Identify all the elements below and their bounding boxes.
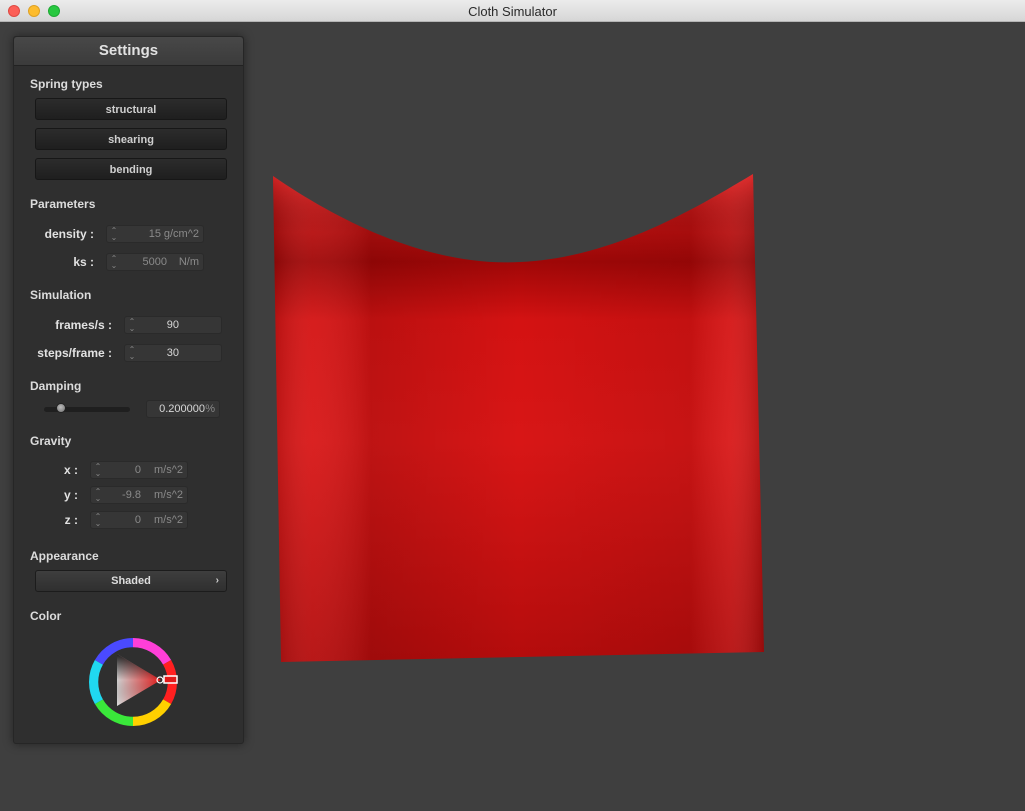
value-shading <box>117 654 161 706</box>
frames-per-second-label: frames/s : <box>55 318 112 332</box>
title-bar: Cloth Simulator <box>0 0 1025 22</box>
color-wheel[interactable] <box>86 635 180 729</box>
spinner-icon[interactable]: ⌃ ⌄ <box>110 255 118 270</box>
chevron-right-icon: › <box>215 575 219 586</box>
gravity-y-label: y : <box>63 488 78 502</box>
gravity-x-label: x : <box>63 463 78 477</box>
spinner-icon[interactable]: ⌃ ⌄ <box>110 227 118 242</box>
damping-heading: Damping <box>30 379 82 393</box>
frames-per-second-input[interactable]: ⌃ ⌄ 90 <box>124 316 222 334</box>
steps-per-frame-label: steps/frame : <box>37 346 112 360</box>
steps-per-frame-input[interactable]: ⌃ ⌄ 30 <box>124 344 222 362</box>
appearance-selected-label: Shaded <box>111 575 151 587</box>
density-label: density : <box>44 227 94 241</box>
bending-button[interactable]: bending <box>35 158 227 180</box>
gravity-heading: Gravity <box>30 434 72 448</box>
structural-button[interactable]: structural <box>35 98 227 120</box>
settings-panel-title[interactable]: Settings <box>14 37 243 66</box>
spring-types-heading: Spring types <box>30 77 103 91</box>
hue-selector-handle[interactable] <box>163 675 178 684</box>
spinner-icon[interactable]: ⌃ ⌄ <box>94 488 102 503</box>
ks-label: ks : <box>73 255 94 269</box>
spinner-icon[interactable]: ⌃ ⌄ <box>94 513 102 528</box>
gravity-z-label: z : <box>64 513 78 527</box>
settings-panel: Settings Spring types structural shearin… <box>13 36 244 744</box>
ks-input[interactable]: ⌃ ⌄ 5000 N/m <box>106 253 204 271</box>
gravity-z-input[interactable]: ⌃ ⌄ 0 m/s^2 <box>90 511 188 529</box>
damping-value-input[interactable]: 0.200000 % <box>146 400 220 418</box>
spinner-icon[interactable]: ⌃ ⌄ <box>94 463 102 478</box>
color-heading: Color <box>30 609 62 623</box>
damping-slider-handle[interactable] <box>56 403 66 413</box>
shearing-button[interactable]: shearing <box>35 128 227 150</box>
spinner-icon[interactable]: ⌃ ⌄ <box>128 318 136 333</box>
gravity-y-input[interactable]: ⌃ ⌄ -9.8 m/s^2 <box>90 486 188 504</box>
simulation-heading: Simulation <box>30 288 92 302</box>
window-title: Cloth Simulator <box>468 4 557 19</box>
density-input[interactable]: ⌃ ⌄ 15 g/cm^2 <box>106 225 204 243</box>
appearance-heading: Appearance <box>30 549 99 563</box>
spinner-icon[interactable]: ⌃ ⌄ <box>128 346 136 361</box>
parameters-heading: Parameters <box>30 197 96 211</box>
appearance-dropdown[interactable]: Shaded › <box>35 570 227 592</box>
gravity-x-input[interactable]: ⌃ ⌄ 0 m/s^2 <box>90 461 188 479</box>
